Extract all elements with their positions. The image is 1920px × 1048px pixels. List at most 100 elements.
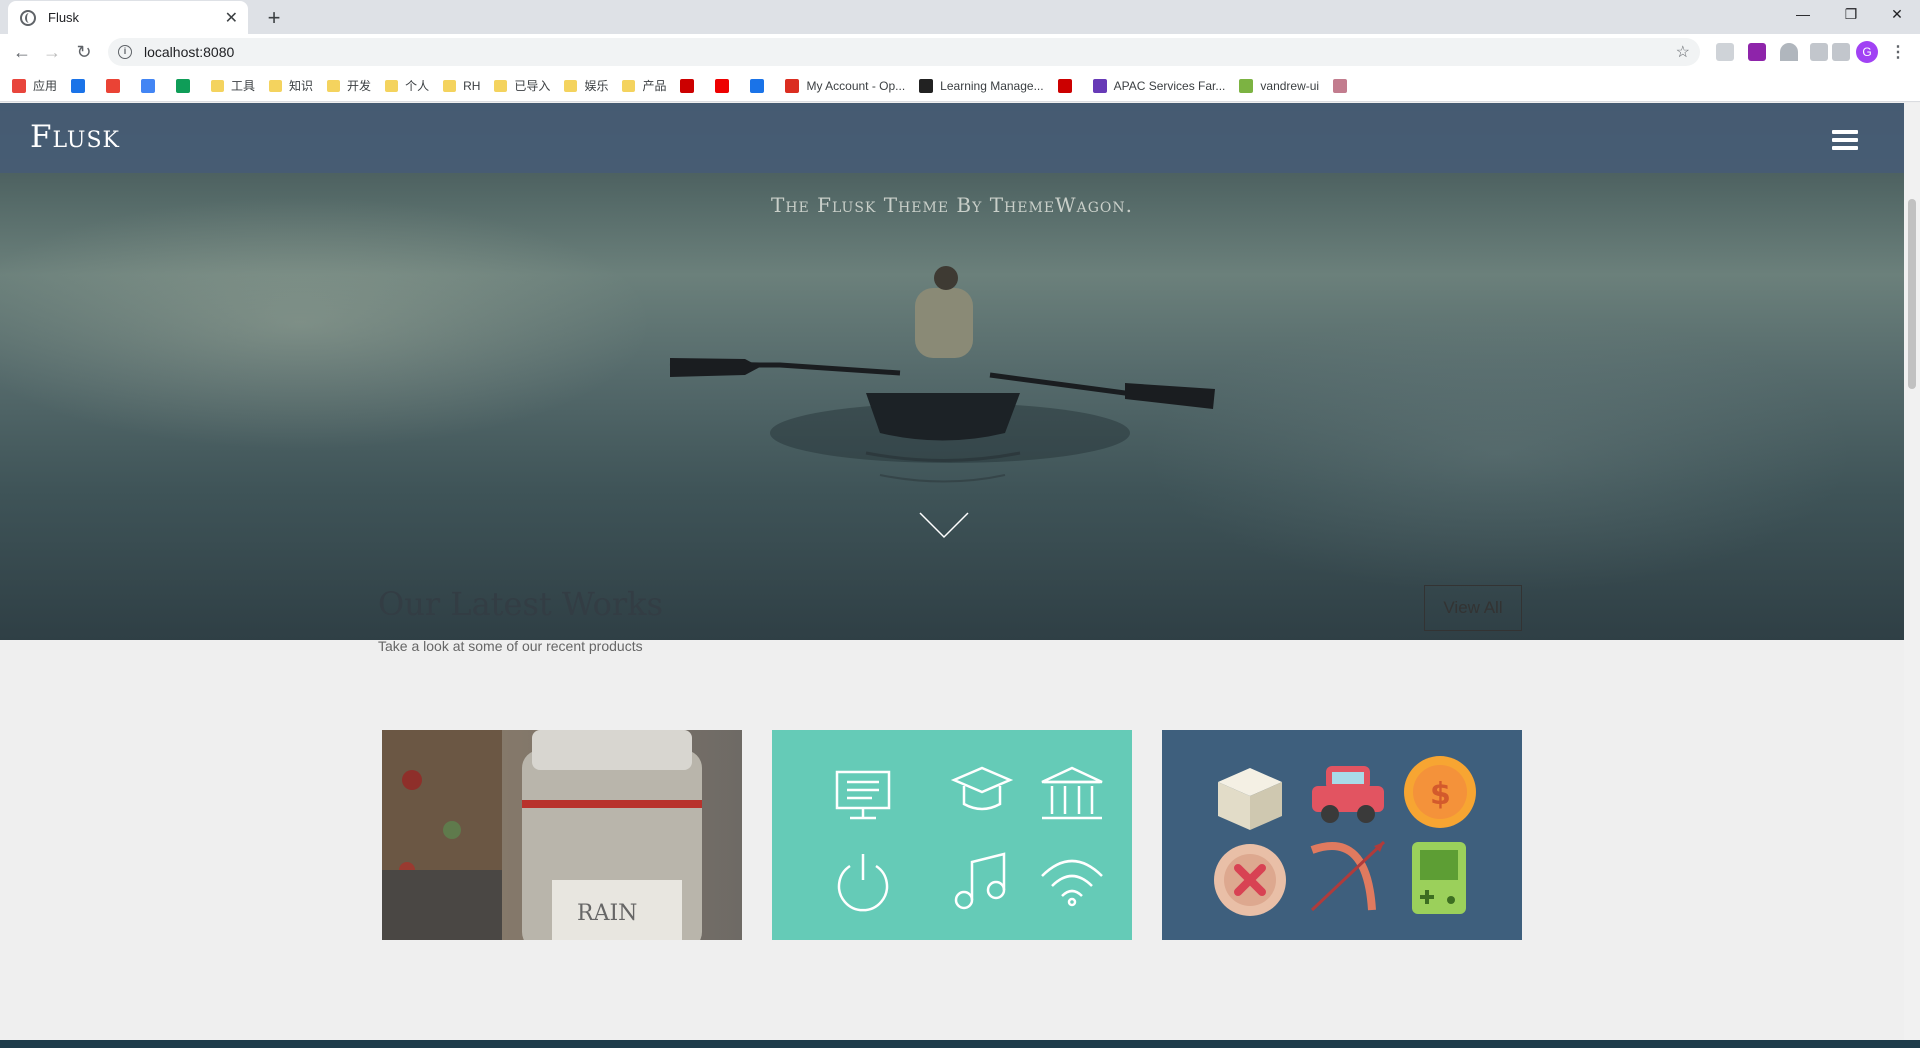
folder-icon	[494, 79, 508, 92]
extension-b-icon[interactable]	[1716, 43, 1734, 61]
work-card-education-icons[interactable]	[772, 730, 1132, 940]
redhat-learning-icon	[919, 78, 934, 93]
restore-button[interactable]: ❐	[1828, 0, 1874, 30]
jar-photo-image: RAIN	[382, 730, 702, 940]
bookmark-item[interactable]: vandrew-ui	[1239, 78, 1320, 93]
browser-tab[interactable]: Flusk ✕	[8, 1, 248, 34]
red-c-icon	[680, 78, 695, 93]
back-button[interactable]: ←	[10, 40, 34, 64]
bookmark-label: 应用	[33, 79, 58, 93]
bookmark-label: 已导入	[514, 79, 551, 93]
extension-v-icon[interactable]	[1780, 43, 1798, 61]
bookmark-item[interactable]	[106, 78, 127, 93]
view-all-button[interactable]: View All	[1424, 585, 1522, 631]
leaf-icon	[1239, 78, 1254, 93]
bookmark-item[interactable]: 个人	[385, 77, 429, 94]
presentation-board-icon	[835, 770, 891, 820]
site-navbar: Flusk	[0, 103, 1904, 173]
bookmark-item[interactable]	[715, 78, 736, 93]
list-icon	[1092, 78, 1107, 93]
bookmark-item[interactable]: RH	[443, 79, 480, 93]
bookmark-label: 开发	[347, 79, 372, 93]
extension-list-icon[interactable]	[1832, 43, 1850, 61]
bookmark-label: 娱乐	[584, 79, 609, 93]
gameboy-icon	[1412, 842, 1466, 914]
bookmark-item[interactable]: APAC Services Far...	[1092, 78, 1226, 93]
extension-grid-icon[interactable]	[1810, 43, 1828, 61]
bi-icon	[750, 78, 765, 93]
apps-grid-icon	[12, 78, 26, 93]
folder-icon	[269, 79, 283, 92]
gmail-icon	[106, 78, 121, 93]
bookmark-item[interactable]	[71, 78, 92, 93]
info-icon[interactable]: i	[118, 45, 132, 59]
bookmark-label: 工具	[231, 79, 256, 93]
page-scrollbar[interactable]	[1904, 103, 1920, 1040]
folder-icon	[622, 79, 636, 92]
svg-text:RAIN: RAIN	[577, 901, 637, 926]
bookmarks-bar: 应用 工具 知识 开发 个人 RH 已导入 娱乐 产品 My Account - Op... Lea…	[0, 70, 1920, 102]
scroll-down-chevron-icon[interactable]	[918, 511, 970, 539]
bookmark-item[interactable]	[176, 78, 197, 93]
toy-car-icon	[1312, 766, 1384, 823]
calendar-icon	[71, 78, 86, 93]
drive-icon	[176, 78, 191, 93]
bookmark-item[interactable]: 工具	[211, 77, 255, 94]
bookmark-item[interactable]	[1057, 78, 1079, 93]
section-title: Our Latest Works	[378, 585, 663, 623]
cube-icon	[1218, 768, 1282, 830]
bookmark-item[interactable]	[750, 78, 771, 93]
wifi-icon	[1041, 859, 1103, 907]
bank-building-icon	[1041, 766, 1103, 820]
flat-icons-image: $	[1214, 756, 1476, 916]
redhat-icon	[715, 78, 730, 93]
bookmark-item[interactable]: 已导入	[494, 77, 550, 94]
tab-title: Flusk	[48, 10, 80, 25]
red-logo-icon	[1057, 78, 1072, 93]
work-card-flat-icons[interactable]: $	[1162, 730, 1522, 940]
bookmark-label: APAC Services Far...	[1113, 78, 1226, 93]
folder-icon	[385, 79, 399, 92]
bookmark-item[interactable]: 娱乐	[564, 77, 608, 94]
bookmark-item[interactable]: 知识	[269, 77, 313, 94]
bookmark-item[interactable]	[141, 78, 162, 93]
bookmark-label: 个人	[405, 79, 430, 93]
bookmark-label: 知识	[289, 79, 314, 93]
section-subtitle: Take a look at some of our recent produc…	[378, 638, 643, 654]
menu-kebab-icon[interactable]: ⋮	[1890, 42, 1906, 62]
site-logo[interactable]: Flusk	[30, 119, 120, 155]
hamburger-menu-icon[interactable]	[1832, 130, 1858, 150]
bookmark-item[interactable]: 产品	[622, 77, 666, 94]
folder-icon	[327, 79, 341, 92]
url-text: localhost:8080	[144, 44, 235, 60]
bookmark-item[interactable]	[680, 78, 701, 93]
bookmark-item[interactable]: Learning Manage...	[919, 78, 1044, 93]
bookmark-label: 产品	[642, 79, 667, 93]
browser-toolbar: ← → ↻ i localhost:8080 ☆ G ⋮	[0, 34, 1920, 70]
close-window-button[interactable]: ✕	[1874, 0, 1920, 30]
folder-icon	[443, 79, 457, 92]
bookmark-label: vandrew-ui	[1260, 78, 1320, 93]
forward-button[interactable]: →	[40, 40, 64, 64]
extension-jrp-icon[interactable]	[1748, 43, 1766, 61]
close-tab-icon[interactable]: ✕	[225, 8, 238, 28]
bookmark-item[interactable]: 应用	[12, 77, 57, 94]
bow-arrow-icon	[1310, 840, 1386, 912]
globe-icon	[20, 9, 36, 26]
new-tab-button[interactable]: +	[260, 4, 288, 32]
bookmark-item[interactable]: My Account - Op...	[785, 78, 905, 93]
work-card-jar-photo[interactable]: RAIN	[382, 730, 742, 940]
power-icon	[837, 854, 889, 912]
reload-button[interactable]: ↻	[72, 40, 96, 64]
google-icon	[141, 78, 156, 93]
bookmark-star-icon[interactable]: ☆	[1676, 42, 1690, 62]
bookmark-item[interactable]: 开发	[327, 77, 371, 94]
hero-section: The Flusk Theme By ThemeWagon. Flusk	[0, 103, 1904, 640]
profile-avatar[interactable]: G	[1856, 41, 1878, 63]
scrollbar-thumb[interactable]	[1908, 199, 1916, 389]
minimize-button[interactable]: —	[1780, 0, 1826, 30]
bookmark-item[interactable]	[1333, 78, 1354, 93]
address-bar[interactable]: i localhost:8080 ☆	[108, 38, 1700, 66]
graduation-cap-icon	[950, 766, 1014, 811]
folder-icon	[211, 79, 225, 92]
